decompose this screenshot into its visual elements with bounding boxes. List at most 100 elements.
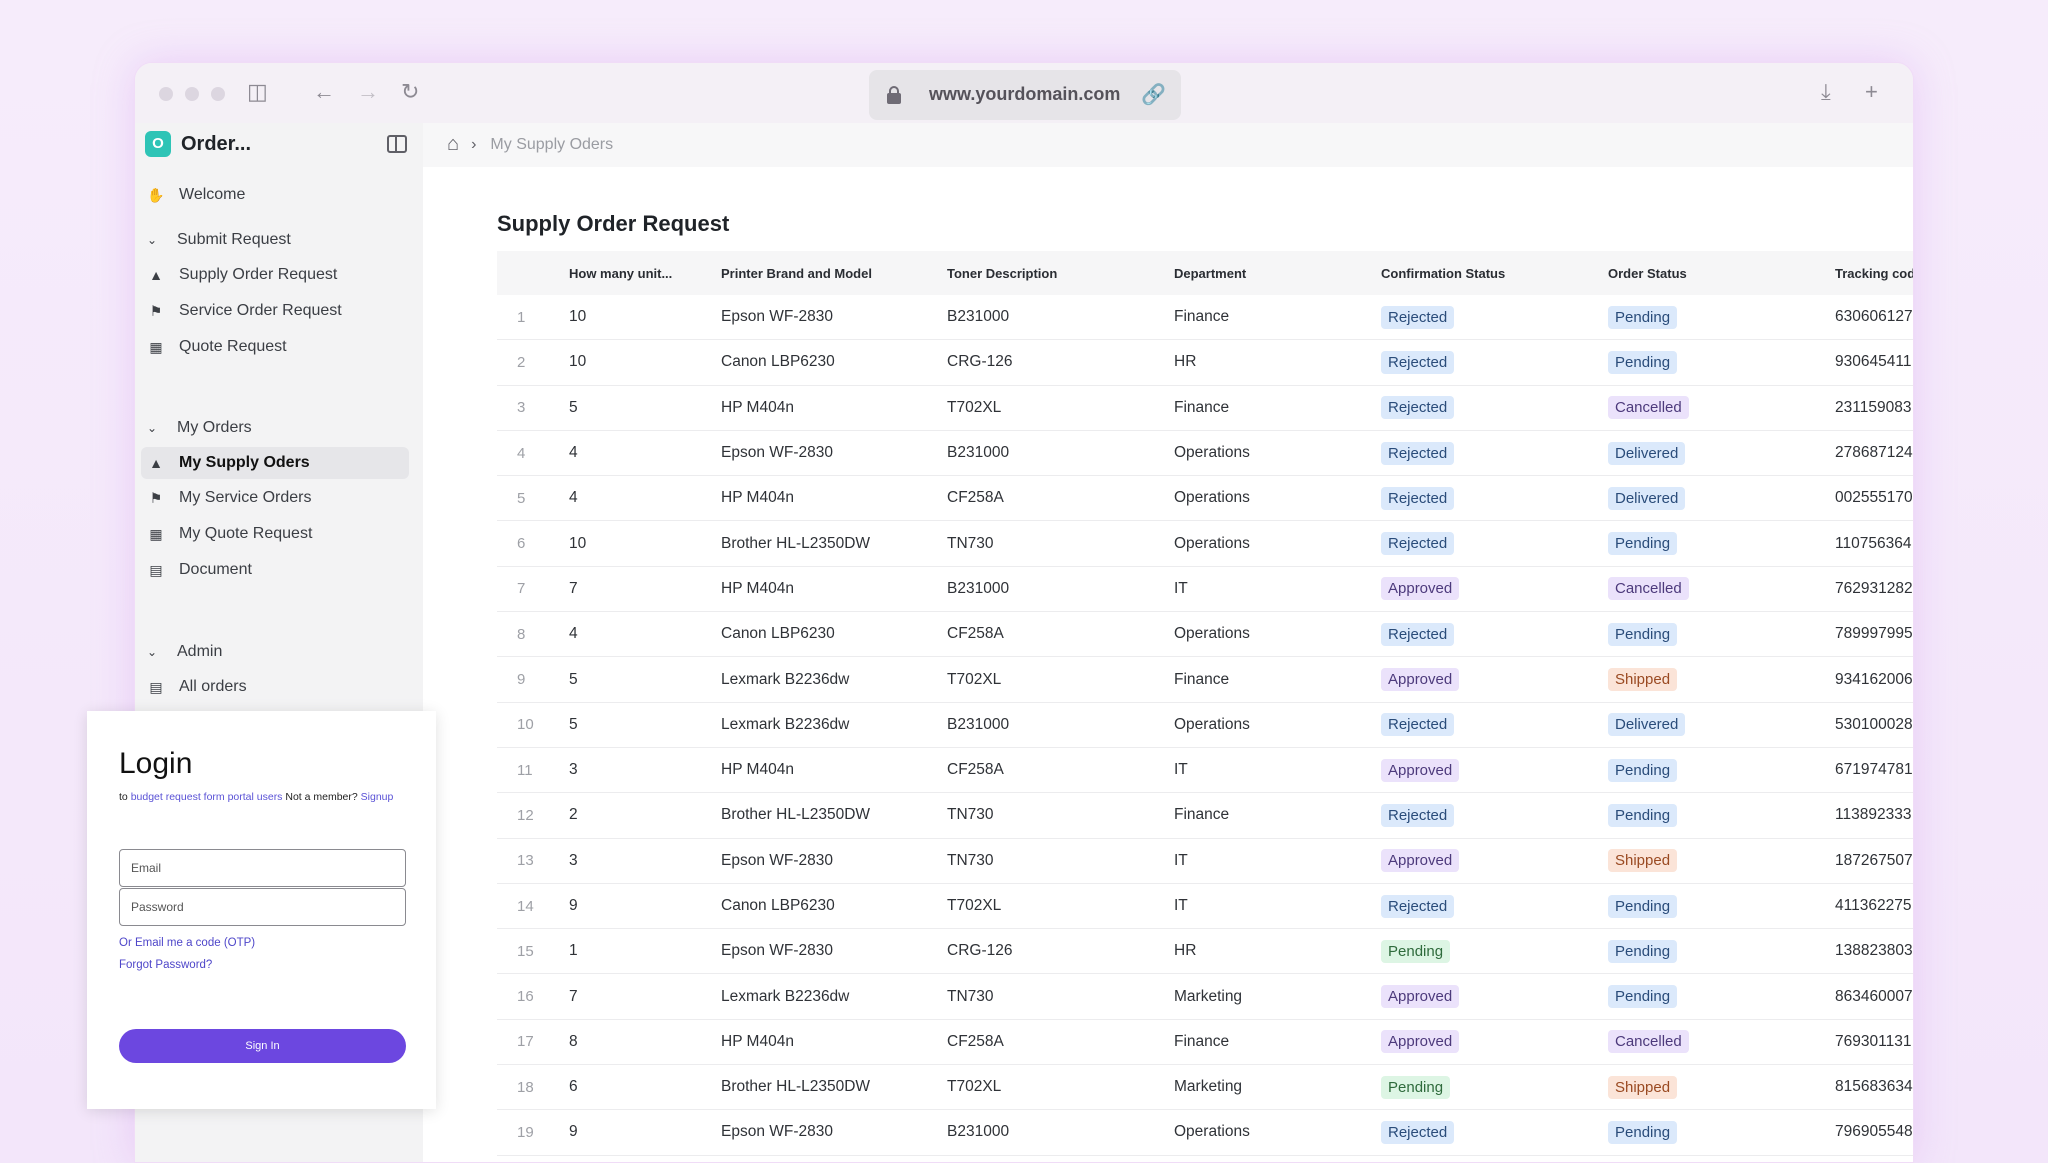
table-row[interactable]: 18 6 Brother HL-L2350DW T702XL Marketing Pend…	[497, 1065, 1913, 1111]
home-icon[interactable]: ⌂	[447, 133, 459, 156]
orders-table: How many unit... Printer Brand and Model…	[497, 251, 1913, 1156]
department-cell: Operations	[1174, 534, 1250, 552]
table-row[interactable]: 7 7 HP M404n B231000 IT Approved Cancelled 7629…	[497, 567, 1913, 613]
table-row[interactable]: 19 9 Epson WF-2830 B231000 Operations Rejecte…	[497, 1110, 1913, 1156]
login-sub-prefix: to	[119, 791, 128, 803]
confirmation-status-badge: Rejected	[1381, 803, 1455, 827]
sidebar-item-welcome[interactable]: ✋ Welcome	[141, 179, 409, 211]
column-header[interactable]: Toner Description	[947, 266, 1174, 281]
table-row[interactable]: 9 5 Lexmark B2236dw T702XL Finance Approved Sh…	[497, 657, 1913, 703]
confirmation-status-badge: Approved	[1381, 758, 1460, 782]
sidebar-item-my-service-orders[interactable]: ⚑ My Service Orders	[141, 482, 409, 514]
units-cell: 4	[569, 625, 578, 643]
table-row[interactable]: 11 3 HP M404n CF258A IT Approved Pending 671974…	[497, 748, 1913, 794]
forgot-password-link[interactable]: Forgot Password?	[119, 959, 212, 971]
table-row[interactable]: 2 10 Canon LBP6230 CRG-126 HR Rejected Pending…	[497, 340, 1913, 386]
sidebar-item-label: My Supply Oders	[179, 454, 310, 471]
printer-cell: Canon LBP6230	[721, 625, 835, 643]
download-icon[interactable]: ⤓	[1821, 81, 1831, 103]
order-status-badge: Cancelled	[1608, 577, 1689, 601]
tracking-code-cell: 530100028	[1835, 715, 1913, 733]
portal-link[interactable]: budget request form portal users	[131, 791, 283, 803]
address-bar[interactable]: www.yourdomain.com 🔗	[869, 70, 1181, 120]
document-icon: ▤	[149, 678, 163, 695]
breadcrumb-current[interactable]: My Supply Oders	[490, 136, 613, 154]
otp-link[interactable]: Or Email me a code (OTP)	[119, 937, 255, 949]
sidebar-item-document[interactable]: ▤ Document	[141, 554, 409, 586]
confirmation-status-badge: Approved	[1381, 849, 1460, 873]
sidebar-item-quote-request[interactable]: ▦ Quote Request	[141, 331, 409, 363]
order-status-cell: Pending	[1608, 532, 1835, 556]
column-header[interactable]: Confirmation Status	[1381, 266, 1608, 281]
units-cell: 8	[569, 1032, 578, 1050]
sign-in-button[interactable]: Sign In	[119, 1029, 406, 1063]
printer-cell: Epson WF-2830	[721, 444, 833, 462]
sidebar-item-my-supply-oders[interactable]: ▲ My Supply Oders	[141, 447, 409, 479]
sidebar-item-service-order-request[interactable]: ⚑ Service Order Request	[141, 295, 409, 327]
order-status-cell: Pending	[1608, 894, 1835, 918]
forward-arrow-icon[interactable]: →	[357, 81, 379, 103]
section-my-orders[interactable]: ⌄ My Orders	[147, 419, 252, 437]
column-header[interactable]: Department	[1174, 266, 1381, 281]
topbar: ⌂ › My Supply Oders	[423, 123, 1913, 167]
printer-cell: Lexmark B2236dw	[721, 987, 850, 1005]
table-row[interactable]: 13 3 Epson WF-2830 TN730 IT Approved Shipped 18…	[497, 839, 1913, 884]
login-panel: Login to budget request form portal user…	[87, 711, 436, 1109]
row-number: 13	[517, 852, 534, 870]
toner-cell: T702XL	[947, 398, 1002, 416]
table-row[interactable]: 5 4 HP M404n CF258A Operations Rejected Delive…	[497, 476, 1913, 522]
flag-icon: ⚑	[149, 302, 163, 319]
chevron-right-icon: ›	[471, 135, 477, 153]
table-row[interactable]: 10 5 Lexmark B2236dw B231000 Operations Rejec…	[497, 703, 1913, 748]
table-row[interactable]: 8 4 Canon LBP6230 CF258A Operations Rejected P…	[497, 612, 1913, 658]
reload-icon[interactable]: ↻	[401, 81, 419, 103]
section-submit-request[interactable]: ⌄ Submit Request	[147, 231, 291, 249]
email-field[interactable]: Email	[119, 849, 406, 887]
order-status-cell: Pending	[1608, 305, 1835, 329]
table-row[interactable]: 16 7 Lexmark B2236dw TN730 Marketing Approved…	[497, 974, 1913, 1020]
table-row[interactable]: 15 1 Epson WF-2830 CRG-126 HR Pending Pending 1…	[497, 929, 1913, 975]
toner-cell: CF258A	[947, 489, 1004, 507]
sidebar-item-supply-order-request[interactable]: ▲ Supply Order Request	[141, 259, 409, 291]
maximize-dot[interactable]	[211, 87, 225, 101]
confirmation-status-cell: Rejected	[1381, 396, 1608, 420]
table-row[interactable]: 3 5 HP M404n T702XL Finance Rejected Cancelled…	[497, 386, 1913, 431]
department-cell: Finance	[1174, 670, 1230, 688]
sidebar-toggle-icon[interactable]: ◫	[247, 81, 268, 103]
new-tab-icon[interactable]: +	[1865, 81, 1878, 103]
tracking-code-cell: 863460007	[1835, 987, 1913, 1005]
section-admin[interactable]: ⌄ Admin	[147, 643, 222, 661]
sidebar-item-label: Welcome	[179, 186, 246, 203]
toner-cell: TN730	[947, 534, 994, 552]
password-field[interactable]: Password	[119, 888, 406, 926]
sidebar-item-label: My Service Orders	[179, 489, 312, 506]
table-row[interactable]: 17 8 HP M404n CF258A Finance Approved Cancelle…	[497, 1020, 1913, 1066]
table-row[interactable]: 6 10 Brother HL-L2350DW TN730 Operations Reje…	[497, 521, 1913, 567]
link-icon[interactable]: 🔗	[1141, 82, 1166, 107]
app-brand[interactable]: O Order...	[145, 131, 251, 157]
back-arrow-icon[interactable]: ←	[313, 81, 335, 103]
tracking-code-cell: 762931282	[1835, 579, 1913, 597]
row-number: 14	[517, 897, 534, 915]
toner-cell: CF258A	[947, 625, 1004, 643]
column-header[interactable]: How many unit...	[569, 266, 721, 281]
printer-cell: Epson WF-2830	[721, 851, 833, 869]
signup-link[interactable]: Signup	[361, 791, 394, 803]
column-header[interactable]: Printer Brand and Model	[721, 266, 947, 281]
minimize-dot[interactable]	[185, 87, 199, 101]
column-header[interactable]: Order Status	[1608, 266, 1835, 281]
sidebar-item-all-orders[interactable]: ▤ All orders	[141, 671, 409, 703]
units-cell: 3	[569, 761, 578, 779]
table-row[interactable]: 12 2 Brother HL-L2350DW TN730 Finance Rejecte…	[497, 793, 1913, 839]
table-row[interactable]: 4 4 Epson WF-2830 B231000 Operations Rejected…	[497, 431, 1913, 477]
units-cell: 5	[569, 670, 578, 688]
table-row[interactable]: 14 9 Canon LBP6230 T702XL IT Rejected Pending 4…	[497, 884, 1913, 930]
confirmation-status-badge: Rejected	[1381, 713, 1455, 737]
close-dot[interactable]	[159, 87, 173, 101]
login-title: Login	[119, 747, 193, 780]
table-row[interactable]: 1 10 Epson WF-2830 B231000 Finance Rejected Pe…	[497, 295, 1913, 341]
sidebar-item-my-quote-request[interactable]: ▦ My Quote Request	[141, 518, 409, 550]
collapse-sidebar-icon[interactable]	[387, 135, 407, 153]
section-label: My Orders	[177, 419, 252, 436]
column-header[interactable]: Tracking code	[1835, 266, 1913, 281]
